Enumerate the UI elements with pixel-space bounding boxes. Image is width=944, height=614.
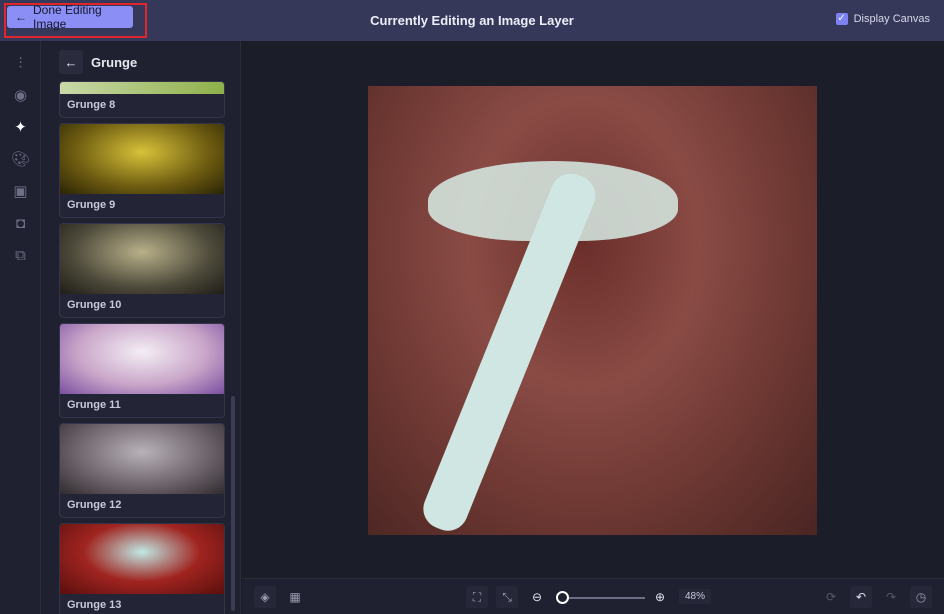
- mask-icon[interactable]: ◘: [0, 207, 41, 239]
- filter-thumbnail: [60, 124, 224, 194]
- display-canvas-toggle[interactable]: ✓ Display Canvas: [835, 13, 930, 25]
- frame-icon[interactable]: ▣: [0, 175, 41, 207]
- filter-card[interactable]: Grunge 10: [59, 223, 225, 318]
- filter-card[interactable]: Grunge 12: [59, 423, 225, 518]
- bottom-toolbar: ◈ ▦ ⛶ ⤡ ⊖ ⊕ 48% ⟳ ↶ ↷ ◷: [242, 578, 944, 614]
- zoom-slider-handle[interactable]: [556, 591, 569, 604]
- grid-icon[interactable]: ▦: [284, 586, 306, 608]
- zoom-out-icon[interactable]: ⊖: [526, 586, 548, 608]
- filter-card[interactable]: Grunge 8: [59, 81, 225, 118]
- filter-label: Grunge 9: [67, 199, 116, 211]
- eye-icon[interactable]: ◉: [0, 79, 41, 111]
- tool-rail: ⫶ ◉ ✦ 🎨︎ ▣ ◘ ⧉: [0, 41, 41, 614]
- filter-card[interactable]: Grunge 13: [59, 523, 225, 614]
- reset-icon[interactable]: ⟳: [820, 586, 842, 608]
- filter-card[interactable]: Grunge 9: [59, 123, 225, 218]
- top-bar: ← Done Editing Image Currently Editing an…: [0, 0, 944, 41]
- fit-screen-icon[interactable]: ⛶: [466, 586, 488, 608]
- filter-card[interactable]: Grunge 11: [59, 323, 225, 418]
- checkbox-icon[interactable]: ✓: [835, 13, 848, 25]
- filter-thumbnail: [60, 224, 224, 294]
- zoom-level: 48%: [679, 589, 712, 604]
- done-editing-button[interactable]: ← Done Editing Image: [7, 3, 133, 31]
- filter-label: Grunge 12: [67, 499, 122, 511]
- filter-label: Grunge 10: [67, 299, 122, 311]
- filter-label: Grunge 13: [67, 599, 122, 611]
- filters-panel: ← Grunge Grunge 8 Grunge 9 Grunge 10 Grun…: [41, 41, 241, 614]
- panel-title: Grunge: [91, 54, 138, 70]
- zoom-slider[interactable]: [557, 597, 645, 599]
- filter-thumbnail: [60, 324, 224, 394]
- back-button[interactable]: ←: [59, 50, 83, 74]
- filter-thumbnail: [60, 82, 224, 94]
- canvas-area: [242, 41, 944, 578]
- undo-icon[interactable]: ↶: [850, 586, 872, 608]
- arrow-left-icon: ←: [15, 10, 27, 24]
- history-icon[interactable]: ◷: [910, 586, 932, 608]
- adjust-sliders-icon[interactable]: ⫶: [0, 47, 41, 79]
- filter-label: Grunge 11: [67, 399, 121, 411]
- edited-image: [368, 86, 817, 537]
- filter-list: Grunge 8 Grunge 9 Grunge 10 Grunge 11 Gr…: [59, 81, 225, 614]
- layers-icon[interactable]: ◈: [254, 586, 276, 608]
- zoom-in-icon[interactable]: ⊕: [649, 586, 671, 608]
- filter-thumbnail: [60, 424, 224, 494]
- filter-thumbnail: [60, 524, 224, 594]
- filter-label: Grunge 8: [67, 99, 116, 111]
- palette-icon[interactable]: 🎨︎: [0, 143, 41, 175]
- scrollbar[interactable]: [231, 396, 235, 611]
- shrink-icon[interactable]: ⤡: [496, 586, 518, 608]
- redo-icon[interactable]: ↷: [880, 586, 902, 608]
- layers-overlap-icon[interactable]: ⧉: [0, 239, 41, 271]
- effects-sparkle-icon[interactable]: ✦: [0, 111, 41, 143]
